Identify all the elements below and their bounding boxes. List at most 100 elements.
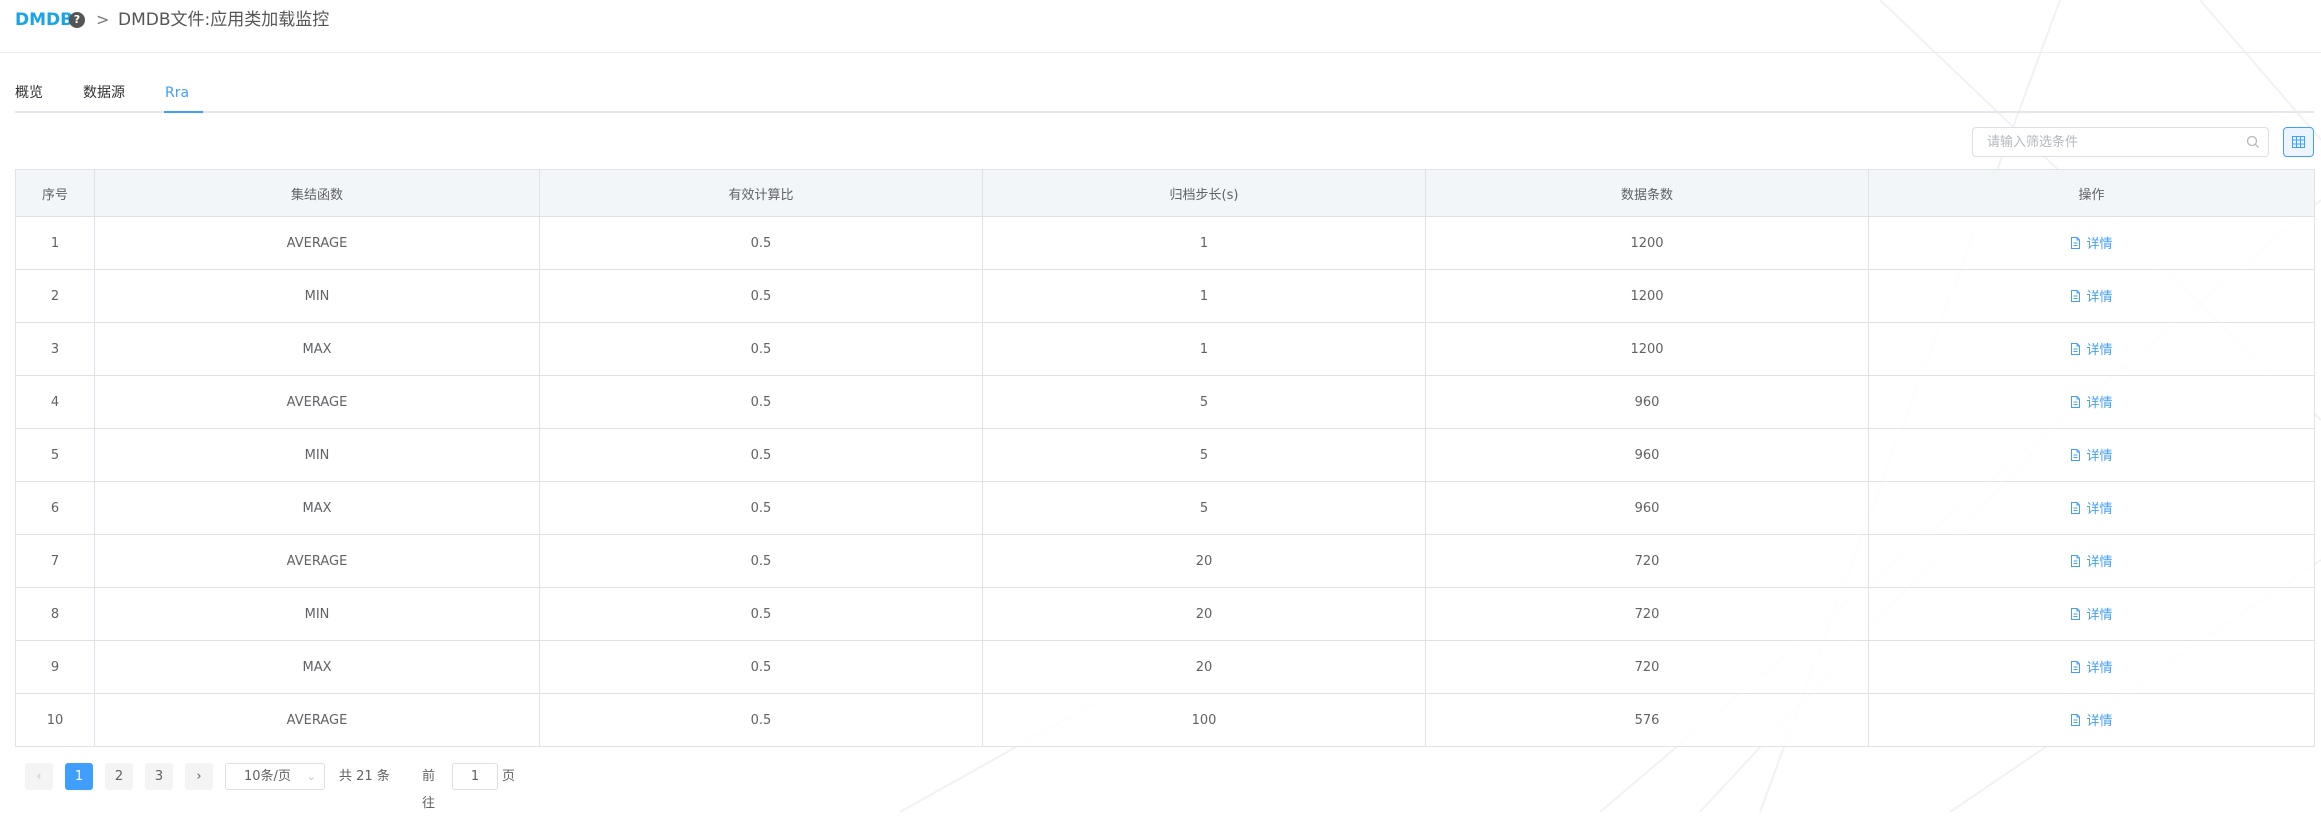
table-cell: AVERAGE (94, 534, 540, 588)
tab-datasource[interactable]: 数据源 (83, 83, 125, 103)
action-cell: 详情 (1868, 640, 2315, 694)
table-cell: MAX (94, 322, 540, 376)
question-circle-icon[interactable]: ? (69, 12, 85, 28)
column-header[interactable]: 数据条数 (1425, 169, 1869, 217)
detail-link[interactable]: 详情 (2070, 445, 2113, 464)
page-size-select[interactable]: 10条/页 ⌄ (225, 763, 325, 790)
table-cell: 3 (15, 322, 95, 376)
action-cell: 详情 (1868, 269, 2315, 323)
tab-bar: 概览 数据源 Rra (15, 81, 2314, 113)
column-settings-button[interactable] (2283, 127, 2314, 157)
table-header-row: 序号 集结函数 有效计算比 归档步长(s) 数据条数 操作 (15, 169, 2315, 217)
detail-link[interactable]: 详情 (2070, 392, 2113, 412)
detail-link-label: 详情 (2086, 714, 2113, 730)
detail-link[interactable]: 详情 (2070, 286, 2113, 305)
table-cell: 9 (15, 640, 95, 694)
action-cell: 详情 (1868, 322, 2315, 376)
top-header: DMDB ? > DMDB文件:应用类加载监控 (0, 0, 2321, 53)
column-header[interactable]: 序号 (15, 169, 95, 217)
table-cell: 20 (982, 587, 1426, 641)
page-suffix-label: 页 (502, 769, 516, 784)
total-count: 共 21 条 (339, 769, 390, 784)
table-cell: 100 (982, 693, 1426, 747)
goto-label: 前往 (422, 769, 436, 811)
active-tab-indicator (164, 111, 203, 113)
table-cell: 1 (15, 216, 95, 270)
detail-link[interactable]: 详情 (2070, 657, 2113, 677)
detail-link[interactable]: 详情 (2070, 498, 2113, 518)
table-row: 5 MIN 0.5 5 960 详情 (15, 428, 2315, 482)
page-button-2[interactable]: 2 (105, 763, 133, 790)
detail-link-label: 详情 (2086, 343, 2113, 359)
document-icon (2070, 448, 2081, 461)
document-icon (2070, 713, 2081, 726)
table-cell: 5 (982, 428, 1426, 482)
table-cell: 7 (15, 534, 95, 588)
table-row: 1 AVERAGE 0.5 1 1200 详情 (15, 216, 2315, 270)
detail-link-label: 详情 (2086, 502, 2113, 518)
table-cell: 4 (15, 375, 95, 429)
brand-link[interactable]: DMDB (15, 9, 73, 31)
table-row: 4 AVERAGE 0.5 5 960 详情 (15, 375, 2315, 429)
table-cell: 960 (1425, 428, 1869, 482)
column-header[interactable]: 操作 (1868, 169, 2315, 217)
table-cell: 1200 (1425, 216, 1869, 270)
prev-page-button[interactable]: ‹ (25, 763, 53, 790)
table-row: 2 MIN 0.5 1 1200 详情 (15, 269, 2315, 323)
detail-link[interactable]: 详情 (2070, 710, 2113, 730)
table-cell: 0.5 (539, 534, 983, 588)
detail-link-label: 详情 (2086, 661, 2113, 677)
rra-table: 序号 集结函数 有效计算比 归档步长(s) 数据条数 操作 1 AVERAGE 0.… (15, 169, 2315, 747)
table-cell: 1200 (1425, 269, 1869, 323)
table-cell: MAX (94, 481, 540, 535)
table-cell: 720 (1425, 640, 1869, 694)
detail-link-label: 详情 (2086, 555, 2113, 571)
action-cell: 详情 (1868, 587, 2315, 641)
table-cell: 20 (982, 534, 1426, 588)
chevron-down-icon: ⌄ (306, 770, 316, 783)
page-button-1[interactable]: 1 (65, 763, 93, 790)
table-cell: 960 (1425, 375, 1869, 429)
column-header[interactable]: 集结函数 (94, 169, 540, 217)
detail-link[interactable]: 详情 (2070, 551, 2113, 571)
filter-search-box (1972, 127, 2269, 157)
table-cell: 1 (982, 322, 1426, 376)
table-row: 6 MAX 0.5 5 960 详情 (15, 481, 2315, 535)
next-page-button[interactable]: › (185, 763, 213, 790)
table-cell: 0.5 (539, 216, 983, 270)
table-cell: 720 (1425, 587, 1869, 641)
table-cell: 720 (1425, 534, 1869, 588)
table-cell: 0.5 (539, 269, 983, 323)
table-cell: 1200 (1425, 322, 1869, 376)
detail-link-label: 详情 (2086, 396, 2113, 412)
tab-overview[interactable]: 概览 (15, 83, 43, 103)
table-cell: 960 (1425, 481, 1869, 535)
table-cell: 1 (982, 216, 1426, 270)
table-cell: AVERAGE (94, 216, 540, 270)
document-icon (2070, 607, 2081, 620)
detail-link[interactable]: 详情 (2070, 233, 2113, 252)
document-icon (2070, 554, 2081, 567)
table-cell: 5 (982, 375, 1426, 429)
table-cell: 20 (982, 640, 1426, 694)
page-button-3[interactable]: 3 (145, 763, 173, 790)
table-cell: MIN (94, 428, 540, 482)
filter-search-input[interactable] (1973, 128, 2247, 156)
table-cell: MIN (94, 269, 540, 323)
grid-columns-icon (2292, 136, 2305, 148)
search-icon[interactable] (2246, 135, 2260, 149)
table-cell: 8 (15, 587, 95, 641)
column-header[interactable]: 归档步长(s) (982, 169, 1426, 217)
detail-link[interactable]: 详情 (2070, 604, 2113, 624)
tab-rra[interactable]: Rra (165, 83, 189, 103)
table-cell: 0.5 (539, 322, 983, 376)
detail-link[interactable]: 详情 (2070, 339, 2113, 359)
action-cell: 详情 (1868, 375, 2315, 429)
goto-page-input[interactable] (452, 763, 498, 790)
column-header[interactable]: 有效计算比 (539, 169, 983, 217)
document-icon (2070, 660, 2081, 673)
table-cell: 10 (15, 693, 95, 747)
detail-link-label: 详情 (2086, 608, 2113, 624)
action-cell: 详情 (1868, 534, 2315, 588)
page-size-label: 10条/页 (244, 769, 291, 784)
